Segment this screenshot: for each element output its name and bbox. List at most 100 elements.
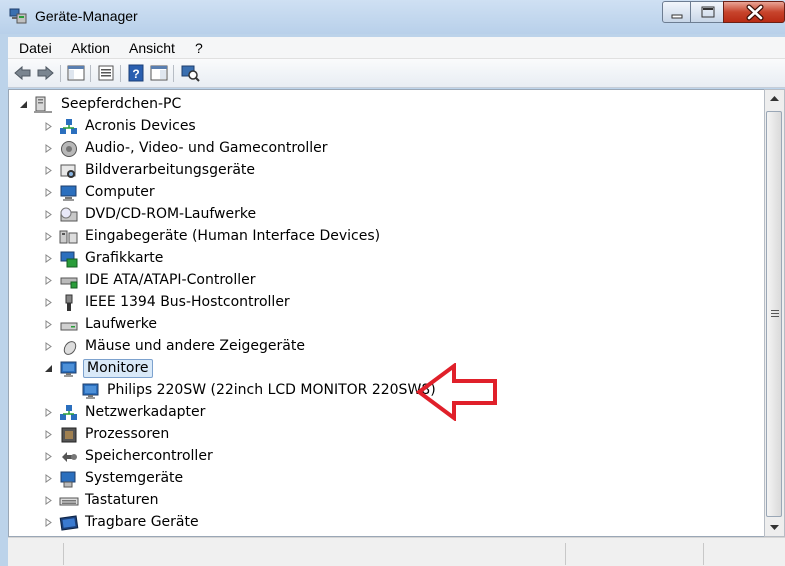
vertical-scrollbar[interactable] <box>764 89 785 537</box>
tree-category-item[interactable]: Eingabegeräte (Human Interface Devices) <box>9 226 749 248</box>
keyboard-icon <box>59 497 79 506</box>
expand-arrow-icon[interactable] <box>44 276 53 285</box>
hid-icon <box>59 230 78 244</box>
tree-category-item[interactable]: Bildverarbeitungsgeräte <box>9 160 749 182</box>
tree-category-item[interactable]: Netzwerkadapter <box>9 402 749 424</box>
collapse-arrow-icon[interactable] <box>19 100 28 109</box>
tree-category-item[interactable]: Prozessoren <box>9 424 749 446</box>
tree-category-item[interactable]: DVD/CD-ROM-Laufwerke <box>9 204 749 226</box>
tree-item-label: IEEE 1394 Bus-Hostcontroller <box>85 294 290 310</box>
computer-icon <box>60 185 77 201</box>
tree-item-label: Monitore <box>83 359 153 378</box>
tree-item-label: Tragbare Geräte <box>85 514 199 530</box>
tree-category-item[interactable]: Tragbare Geräte <box>9 512 749 534</box>
help-icon[interactable]: ? <box>126 64 146 82</box>
close-button[interactable] <box>723 1 785 23</box>
scroll-thumb[interactable] <box>766 111 782 517</box>
tree-category-item[interactable]: Grafikkarte <box>9 248 749 270</box>
tree-category-item[interactable]: Systemgeräte <box>9 468 749 490</box>
status-separator <box>63 543 64 565</box>
minimize-button[interactable] <box>662 1 691 23</box>
tree-item-label: Speichercontroller <box>85 448 213 464</box>
menu-bar: Datei Aktion Ansicht ? <box>8 37 785 59</box>
tree-category-item[interactable]: Acronis Devices <box>9 116 749 138</box>
toolbar-separator <box>173 65 174 82</box>
tree-category-item[interactable]: Tastaturen <box>9 490 749 512</box>
properties-icon[interactable] <box>96 64 116 82</box>
device-manager-window: Geräte-Manager Datei Aktion Ansicht ? ? … <box>0 0 785 566</box>
speaker-icon <box>61 141 77 157</box>
tree-item-label: Computer <box>85 184 155 200</box>
expand-arrow-icon[interactable] <box>44 232 53 241</box>
close-icon <box>746 4 764 21</box>
expand-arrow-icon[interactable] <box>44 430 53 439</box>
scroll-down-arrow-icon[interactable] <box>765 518 784 536</box>
scan-hardware-icon[interactable] <box>180 64 200 82</box>
expand-arrow-icon[interactable] <box>44 144 53 153</box>
view-icon[interactable] <box>149 64 169 82</box>
back-icon[interactable] <box>13 64 33 82</box>
maximize-button[interactable] <box>690 1 724 23</box>
tree-item-label: Audio-, Video- und Gamecontroller <box>85 140 328 156</box>
tree-item-label: IDE ATA/ATAPI-Controller <box>85 272 256 288</box>
expand-arrow-icon[interactable] <box>44 518 53 527</box>
toolbar-separator <box>120 65 121 82</box>
monitor-icon <box>60 361 77 377</box>
tree-category-item[interactable]: Monitore <box>9 358 749 380</box>
expand-arrow-icon[interactable] <box>44 452 53 461</box>
tree-category-item[interactable]: IEEE 1394 Bus-Hostcontroller <box>9 292 749 314</box>
tree-category-item[interactable]: Speichercontroller <box>9 446 749 468</box>
tree-category-item[interactable]: IDE ATA/ATAPI-Controller <box>9 270 749 292</box>
ide-controller-icon <box>60 277 78 289</box>
expand-arrow-icon[interactable] <box>44 474 53 483</box>
expand-arrow-icon[interactable] <box>44 122 53 131</box>
tree-item-label: Philips 220SW (22inch LCD MONITOR 220SW8… <box>107 382 436 398</box>
scroll-up-arrow-icon[interactable] <box>765 90 784 108</box>
expand-arrow-icon[interactable] <box>44 298 53 307</box>
expand-arrow-icon[interactable] <box>44 496 53 505</box>
expand-arrow-icon[interactable] <box>44 188 53 197</box>
collapse-arrow-icon[interactable] <box>44 364 53 373</box>
tree-category-item[interactable]: Audio-, Video- und Gamecontroller <box>9 138 749 160</box>
camera-icon <box>60 164 76 178</box>
expand-arrow-icon[interactable] <box>44 210 53 219</box>
device-tree[interactable]: Seepferdchen-PC Acronis Devices Audio-, V… <box>8 89 764 537</box>
tree-item-label: Netzwerkadapter <box>85 404 206 420</box>
toolbar: ? <box>8 59 785 88</box>
tree-child-item[interactable]: Philips 220SW (22inch LCD MONITOR 220SW8… <box>9 380 749 402</box>
firewire-icon <box>65 294 73 311</box>
window-title: Geräte-Manager <box>35 8 138 24</box>
tree-item-label: Systemgeräte <box>85 470 184 486</box>
tree-category-item[interactable]: Laufwerke <box>9 314 749 336</box>
disk-drive-icon <box>60 322 78 331</box>
maximize-icon <box>701 6 715 18</box>
menu-datei[interactable]: Datei <box>19 40 52 56</box>
portable-device-icon <box>59 515 79 531</box>
tree-category-item[interactable]: Computer <box>9 182 749 204</box>
mouse-icon <box>63 341 77 355</box>
processor-icon <box>61 427 77 443</box>
tree-item-label: Tastaturen <box>85 492 159 508</box>
expand-arrow-icon[interactable] <box>44 166 53 175</box>
expand-arrow-icon[interactable] <box>44 342 53 351</box>
network-adapter-icon <box>60 405 77 420</box>
title-bar[interactable]: Geräte-Manager <box>0 0 785 34</box>
status-separator <box>565 543 566 565</box>
show-hide-console-icon[interactable] <box>66 64 86 82</box>
tree-item-label: Bildverarbeitungsgeräte <box>85 162 256 178</box>
system-device-icon <box>60 471 76 488</box>
menu-help[interactable]: ? <box>195 40 203 56</box>
tree-root[interactable]: Seepferdchen-PC <box>9 94 749 116</box>
expand-arrow-icon[interactable] <box>44 254 53 263</box>
forward-icon[interactable] <box>35 64 55 82</box>
tree-category-item[interactable]: Mäuse und andere Zeigegeräte <box>9 336 749 358</box>
menu-aktion[interactable]: Aktion <box>71 40 110 56</box>
expand-arrow-icon[interactable] <box>44 408 53 417</box>
status-separator <box>703 543 704 565</box>
menu-ansicht[interactable]: Ansicht <box>129 40 175 56</box>
display-adapter-icon <box>60 251 78 268</box>
red-arrow-annotation <box>416 363 497 421</box>
monitor-icon <box>82 383 99 399</box>
expand-arrow-icon[interactable] <box>44 320 53 329</box>
toolbar-separator <box>90 65 91 82</box>
